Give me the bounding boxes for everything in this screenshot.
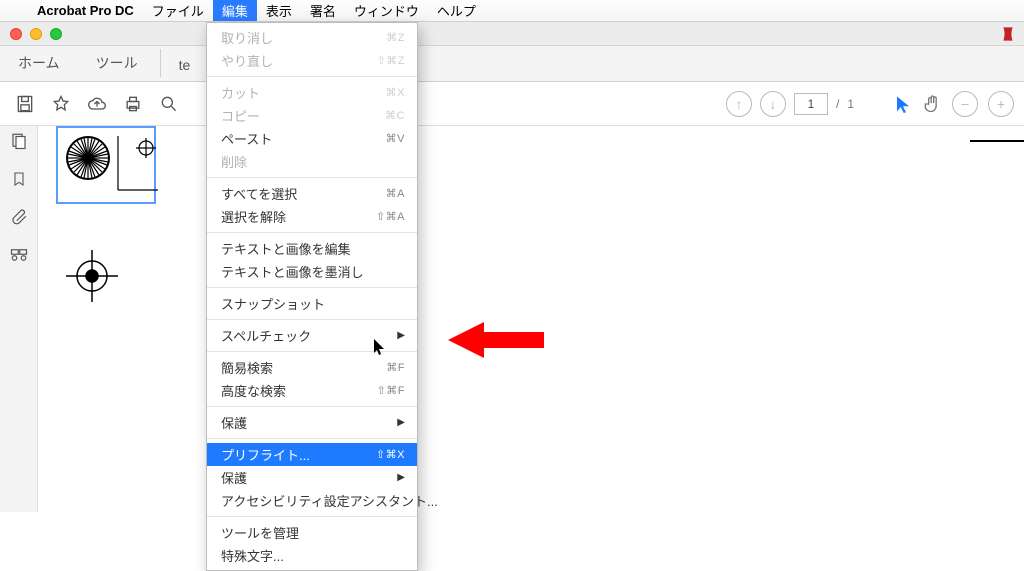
page-navigator: ↑ ↓ 1 / 1	[726, 82, 854, 125]
menu-item[interactable]: 選択を解除 ⇧⌘A	[207, 205, 417, 228]
doc-rule	[970, 140, 1024, 142]
bookmark-icon[interactable]	[11, 170, 27, 188]
tab-home[interactable]: ホーム	[0, 45, 78, 81]
menubar-item-view[interactable]: 表示	[257, 0, 301, 21]
tab-document[interactable]: te	[165, 49, 205, 81]
print-icon[interactable]	[118, 89, 148, 119]
menu-item[interactable]: プリフライト... ⇧⌘X	[207, 443, 417, 466]
menu-item-label: スペルチェック	[221, 326, 311, 345]
submenu-arrow-icon: ▶	[397, 417, 405, 428]
tab-tools[interactable]: ツール	[78, 45, 156, 81]
menu-item-shortcut: ⇧⌘F	[377, 384, 405, 397]
left-rail	[0, 126, 38, 512]
menu-item[interactable]: ペースト ⌘V	[207, 127, 417, 150]
menu-item-label: 保護	[221, 468, 247, 487]
minimize-window-button[interactable]	[30, 28, 42, 40]
menu-item-label: アクセシビリティ設定アシスタント...	[221, 491, 438, 510]
menu-item[interactable]: スペルチェック ▶	[207, 324, 417, 347]
menubar-item-window[interactable]: ウィンドウ	[345, 0, 428, 21]
menu-item[interactable]: 保護 ▶	[207, 411, 417, 434]
zoom-in-button[interactable]: +	[988, 91, 1014, 117]
menu-item-label: 特殊文字...	[221, 546, 284, 565]
cursor-tool-icon[interactable]	[894, 95, 912, 113]
menu-item[interactable]: 特殊文字...	[207, 544, 417, 567]
menu-item-label: テキストと画像を編集	[221, 239, 351, 258]
menu-item-label: 高度な検索	[221, 381, 286, 400]
menu-item-shortcut: ⇧⌘A	[376, 210, 405, 223]
menu-item-label: テキストと画像を墨消し	[221, 262, 364, 281]
menu-item[interactable]: 保護 ▶	[207, 466, 417, 489]
thumbnail-1[interactable]	[56, 126, 156, 204]
window-titlebar	[0, 22, 1024, 46]
page-down-button[interactable]: ↓	[760, 91, 786, 117]
thumbnail-panel	[38, 126, 168, 386]
menu-item-label: すべてを選択	[221, 184, 297, 203]
menu-item-label: 削除	[221, 152, 247, 171]
thumbnails-icon[interactable]	[10, 132, 28, 150]
view-tools: − +	[894, 82, 1014, 125]
menu-item-shortcut: ⌘X	[386, 86, 405, 99]
menu-item-label: コピー	[221, 106, 260, 125]
save-icon[interactable]	[10, 89, 40, 119]
menu-item-label: ペースト	[221, 129, 272, 148]
menu-item-label: プリフライト...	[221, 445, 310, 464]
menu-item-shortcut: ⌘A	[386, 187, 405, 200]
menu-item-label: やり直し	[221, 51, 273, 70]
menu-item-label: 保護	[221, 413, 247, 432]
preflight-panel-icon[interactable]	[9, 246, 29, 264]
zoom-out-button[interactable]: −	[952, 91, 978, 117]
menubar-item-help[interactable]: ヘルプ	[428, 0, 485, 21]
app-tabbar: ホーム ツール te	[0, 46, 1024, 82]
menu-item[interactable]: テキストと画像を編集	[207, 237, 417, 260]
menu-item-label: 選択を解除	[221, 207, 286, 226]
menu-item-shortcut: ⌘Z	[386, 31, 405, 44]
mac-menubar: Acrobat Pro DC ファイル 編集 表示 署名 ウィンドウ ヘルプ	[0, 0, 1024, 22]
menu-item-label: 取り消し	[221, 28, 273, 47]
menubar-item-sign[interactable]: 署名	[301, 0, 345, 21]
search-icon[interactable]	[154, 89, 184, 119]
cloud-upload-icon[interactable]	[82, 89, 112, 119]
menu-item-shortcut: ⌘C	[385, 109, 405, 122]
menu-item-label: ツールを管理	[221, 523, 299, 542]
page-sep: /	[836, 97, 839, 111]
hand-tool-icon[interactable]	[922, 94, 942, 114]
menu-item-shortcut: ⌘F	[386, 361, 405, 374]
menu-item[interactable]: すべてを選択 ⌘A	[207, 182, 417, 205]
acrobat-icon	[1000, 26, 1016, 42]
attachment-icon[interactable]	[10, 208, 28, 226]
tab-divider	[160, 49, 161, 77]
page-up-button[interactable]: ↑	[726, 91, 752, 117]
menu-item[interactable]: 簡易検索 ⌘F	[207, 356, 417, 379]
menubar-app[interactable]: Acrobat Pro DC	[28, 0, 143, 21]
menu-item-label: 簡易検索	[221, 358, 273, 377]
star-icon[interactable]	[46, 89, 76, 119]
menu-item[interactable]: 高度な検索 ⇧⌘F	[207, 379, 417, 402]
menu-item: やり直し ⇧⌘Z	[207, 49, 417, 72]
menu-item: カット ⌘X	[207, 81, 417, 104]
menu-item: 取り消し ⌘Z	[207, 26, 417, 49]
menu-item[interactable]: アクセシビリティ設定アシスタント...	[207, 489, 417, 512]
menu-item-label: カット	[221, 83, 260, 102]
submenu-arrow-icon: ▶	[397, 472, 405, 483]
menu-item-shortcut: ⌘V	[386, 132, 405, 145]
close-window-button[interactable]	[10, 28, 22, 40]
menubar-item-edit[interactable]: 編集	[213, 0, 257, 21]
menu-item-label: スナップショット	[221, 294, 325, 313]
page-total: 1	[847, 97, 854, 111]
menubar-item-file[interactable]: ファイル	[143, 0, 213, 21]
fullscreen-window-button[interactable]	[50, 28, 62, 40]
menu-item: コピー ⌘C	[207, 104, 417, 127]
menu-item[interactable]: スナップショット	[207, 292, 417, 315]
menu-item[interactable]: ツールを管理	[207, 521, 417, 544]
thumbnail-2[interactable]	[56, 236, 156, 314]
submenu-arrow-icon: ▶	[397, 330, 405, 341]
menu-item-shortcut: ⇧⌘Z	[377, 54, 405, 67]
main-toolbar: ↑ ↓ 1 / 1 − +	[0, 82, 1024, 126]
menu-item-shortcut: ⇧⌘X	[376, 448, 405, 461]
menu-item: 削除	[207, 150, 417, 173]
edit-menu-dropdown: 取り消し ⌘Z やり直し ⇧⌘Z カット ⌘X コピー ⌘C ペースト ⌘V 削除すべてを選択 ⌘A 選…	[206, 22, 418, 571]
page-number-input[interactable]: 1	[794, 93, 828, 115]
callout-arrow-icon	[448, 320, 544, 360]
menu-item[interactable]: テキストと画像を墨消し	[207, 260, 417, 283]
